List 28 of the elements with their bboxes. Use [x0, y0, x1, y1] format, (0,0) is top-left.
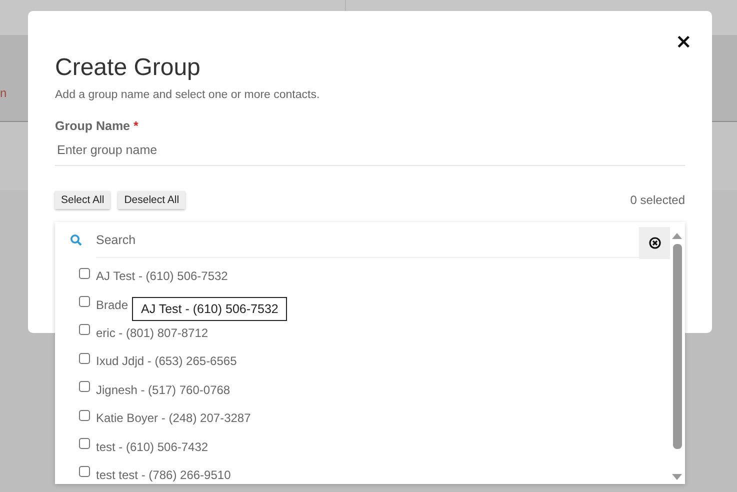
select-button[interactable]: Select All: [55, 191, 110, 209]
checkbox[interactable]: [79, 410, 90, 421]
checkbox[interactable]: [79, 381, 90, 392]
clear-icon[interactable]: [648, 237, 660, 249]
field-label: Group Name *: [55, 119, 140, 133]
close-button[interactable]: ×: [675, 31, 712, 51]
contact-item[interactable]: AJ Test - (610) 506-7532: [96, 269, 228, 284]
select-button[interactable]: Deselect All: [118, 191, 186, 209]
table-cell: n: [0, 86, 7, 100]
search-icon: [70, 234, 82, 246]
contact-item[interactable]: Ixud Jdjd - (653) 265-6565: [96, 354, 237, 368]
contact-item[interactable]: test - (610) 506-7432: [96, 440, 208, 454]
checkbox[interactable]: [79, 324, 90, 336]
checkbox[interactable]: [79, 438, 90, 450]
contact-item[interactable]: eric - (801) 807-8712: [96, 326, 208, 340]
checkbox[interactable]: [79, 296, 90, 308]
contact-item[interactable]: test test - (786) 266-9510: [96, 468, 231, 482]
dialog-title: Create Group: [55, 53, 202, 83]
contact-item[interactable]: Brade: [96, 298, 128, 312]
clear-button[interactable]: [639, 227, 670, 259]
contact-item[interactable]: Jignesh - (517) 760-0768: [96, 382, 230, 397]
tooltip: AJ Test - (610) 506-7532: [132, 297, 288, 321]
checkbox[interactable]: [79, 352, 90, 364]
dialog-subtitle: Add a group name and select one or more contacts.: [55, 89, 321, 101]
checkbox[interactable]: [79, 268, 90, 279]
contact-item[interactable]: Katie Boyer - (248) 207-3287: [96, 411, 251, 426]
selected-count: 0 selected: [630, 193, 685, 207]
checkbox[interactable]: [79, 466, 90, 478]
